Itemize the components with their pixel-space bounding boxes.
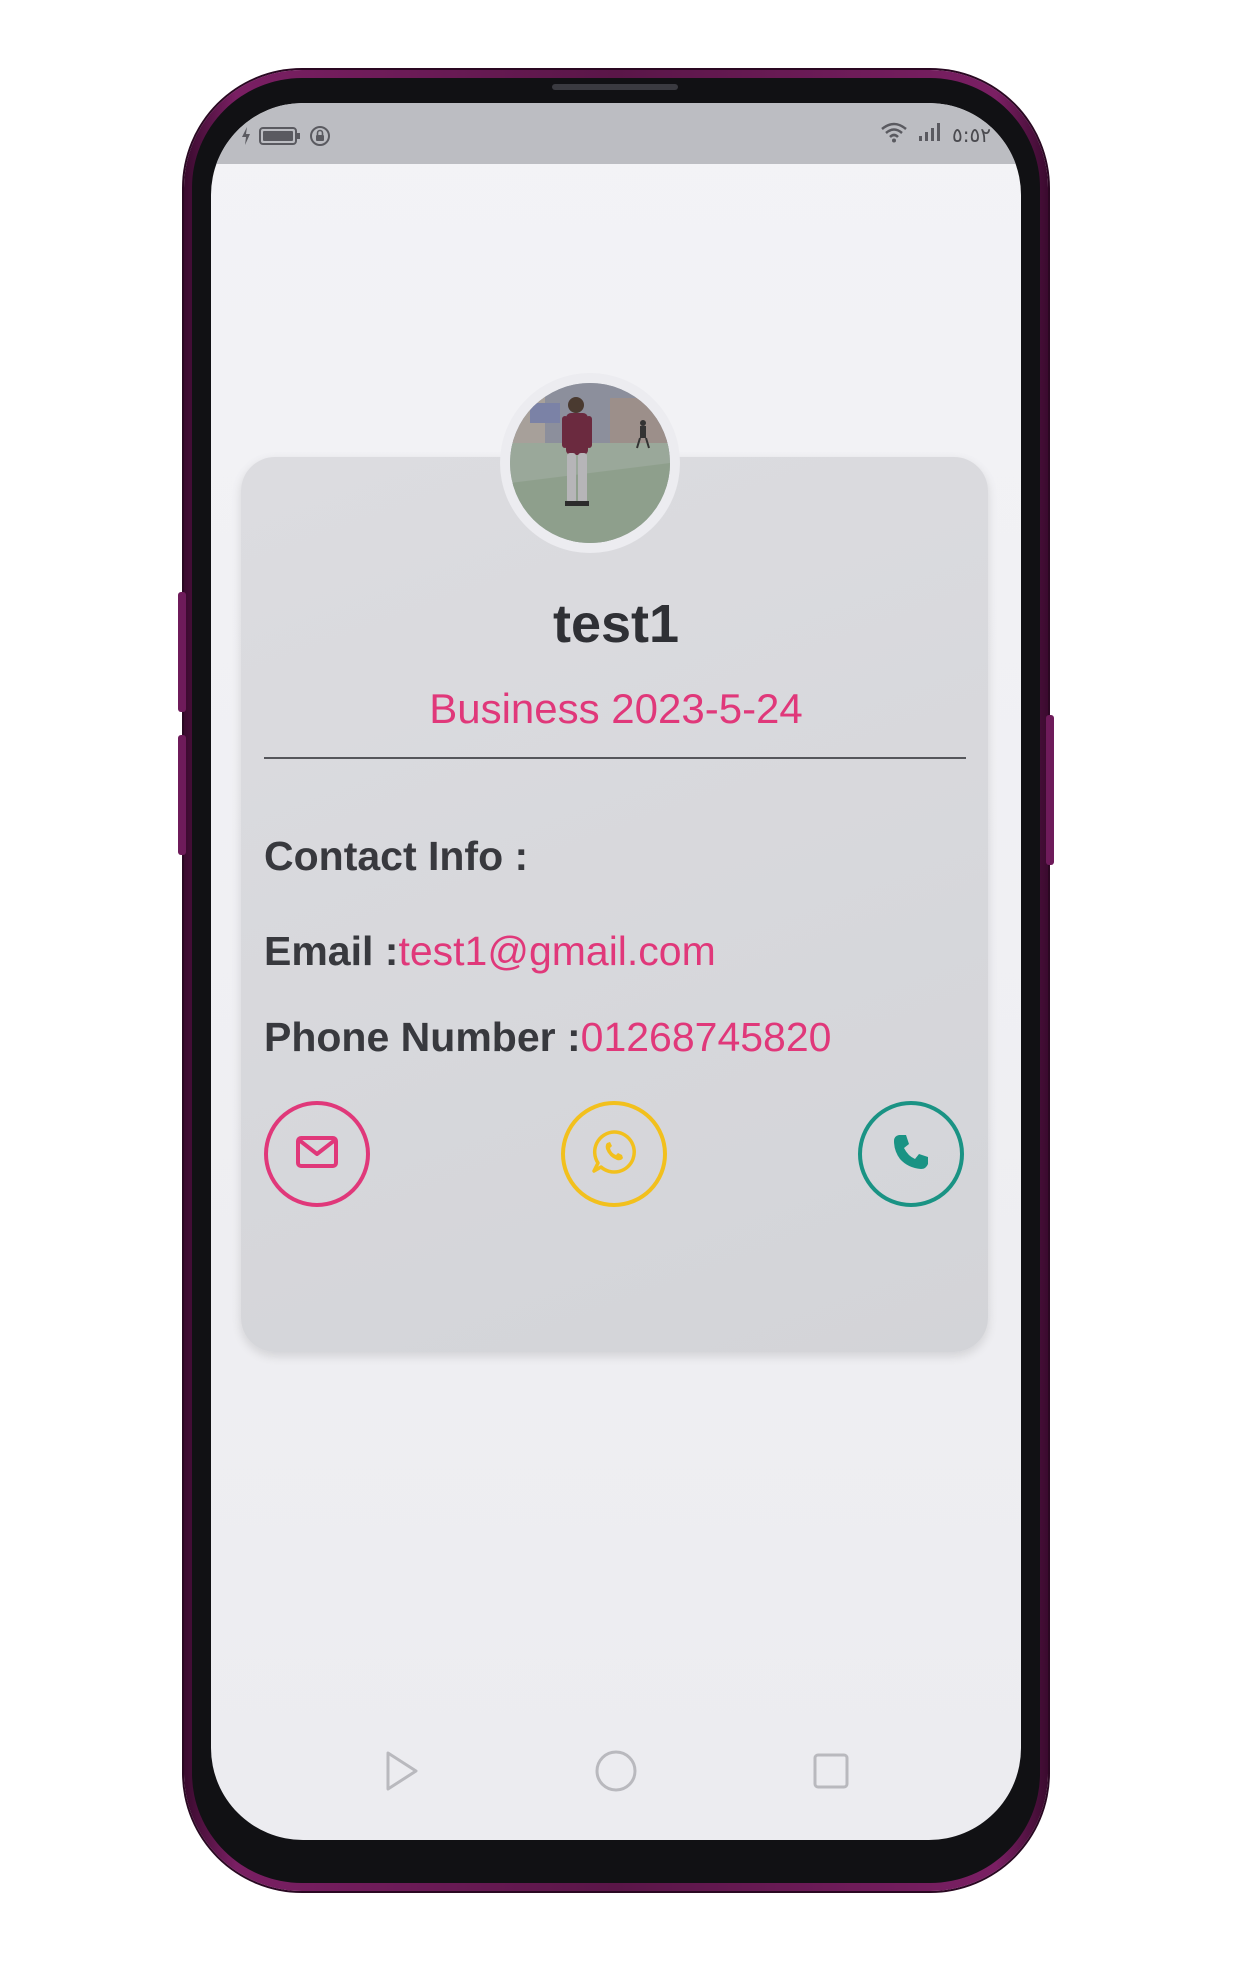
phone-icon [890, 1131, 932, 1178]
profile-subtitle: Business 2023-5-24 [429, 685, 803, 732]
whatsapp-button[interactable] [561, 1101, 667, 1207]
mail-icon [295, 1135, 339, 1174]
email-value[interactable]: test1@gmail.com [398, 928, 715, 974]
whatsapp-icon [589, 1127, 639, 1182]
screen: ٥:٥٢ test1 Business 2023-5-24 Contact In… [211, 103, 1021, 1840]
home-circle-icon [594, 1749, 638, 1798]
back-triangle-icon [382, 1749, 422, 1798]
earpiece-speaker [552, 84, 678, 90]
call-button[interactable] [858, 1101, 964, 1207]
status-right: ٥:٥٢ [880, 121, 991, 148]
email-button[interactable] [264, 1101, 370, 1207]
recents-square-icon [811, 1751, 851, 1796]
status-left [241, 125, 331, 152]
charging-icon [241, 127, 251, 150]
wifi-icon [880, 121, 908, 148]
recents-button[interactable] [801, 1743, 861, 1803]
avatar[interactable] [510, 383, 670, 543]
back-button[interactable] [372, 1743, 432, 1803]
navigation-bar [211, 1743, 1021, 1803]
email-row: Email :test1@gmail.com [264, 928, 716, 975]
battery-icon [259, 126, 301, 151]
profile-name: test1 [552, 594, 680, 654]
phone-label: Phone Number : [264, 1014, 581, 1060]
volume-down-button [178, 735, 186, 855]
phone-row: Phone Number :01268745820 [264, 1014, 831, 1061]
divider [264, 757, 966, 759]
home-button[interactable] [586, 1743, 646, 1803]
avatar-photo [510, 383, 670, 543]
profile-card [241, 457, 988, 1352]
lock-rotation-icon [309, 125, 331, 152]
phone-value[interactable]: 01268745820 [581, 1014, 832, 1060]
signal-icon [918, 122, 942, 147]
status-bar: ٥:٥٢ [211, 103, 1021, 164]
volume-up-button [178, 592, 186, 712]
contact-info-heading: Contact Info : [264, 833, 529, 879]
email-label: Email : [264, 928, 399, 974]
status-time: ٥:٥٢ [952, 122, 991, 147]
device-mockup: ٥:٥٢ test1 Business 2023-5-24 Contact In… [0, 0, 1247, 1986]
power-button [1046, 715, 1054, 865]
